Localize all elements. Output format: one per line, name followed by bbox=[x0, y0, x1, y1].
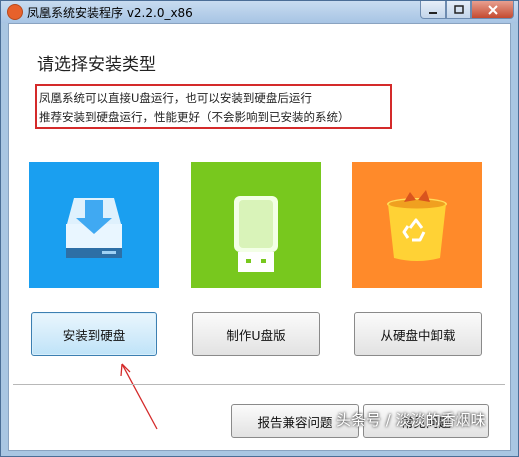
maximize-button[interactable] bbox=[446, 1, 471, 19]
minimize-button[interactable] bbox=[420, 1, 446, 19]
client-area: 请选择安装类型 凤凰系统可以直接U盘运行，也可以安装到硬盘后运行 推荐安装到硬盘… bbox=[8, 23, 511, 451]
close-icon bbox=[487, 4, 498, 15]
minimize-icon bbox=[429, 11, 437, 14]
installer-window: 凤凰系统安装程序 v2.2.0_x86 请选择安装类型 凤凰系统可以直接U盘运行… bbox=[0, 0, 519, 457]
annotation-arrow bbox=[120, 363, 158, 430]
watermark: 头条号 / 淡淡的香烟味 bbox=[336, 411, 486, 429]
close-button[interactable] bbox=[471, 1, 514, 19]
window-title: 凤凰系统安装程序 v2.2.0_x86 bbox=[27, 6, 193, 20]
app-logo-icon bbox=[7, 4, 23, 20]
window-controls bbox=[420, 1, 514, 19]
title-bar[interactable]: 凤凰系统安装程序 v2.2.0_x86 bbox=[1, 1, 518, 23]
maximize-icon bbox=[453, 4, 464, 14]
footer-divider bbox=[13, 384, 505, 385]
